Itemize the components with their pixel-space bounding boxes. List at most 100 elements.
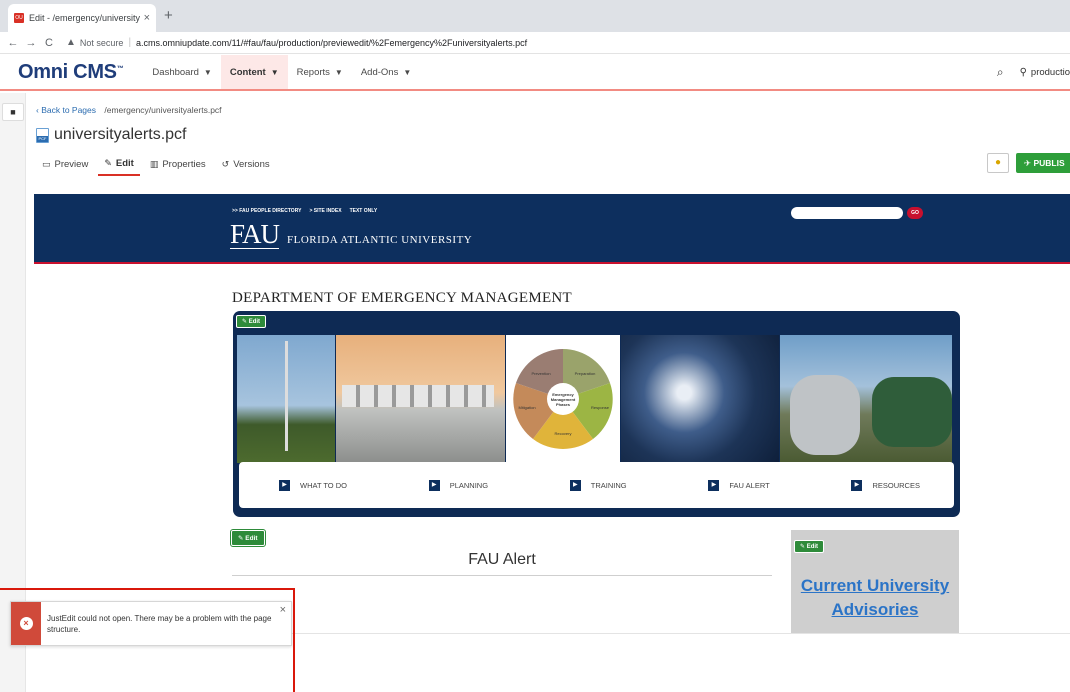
arrow-right-icon: ▶ xyxy=(851,479,863,491)
quick-link-planning[interactable]: ▶ PLANNING xyxy=(428,479,489,491)
edit-label: Edit xyxy=(248,319,261,325)
chevron-down-icon: ▼ xyxy=(403,67,412,77)
text-only-link[interactable]: TEXT ONLY xyxy=(350,208,378,214)
fau-alert-heading: FAU Alert xyxy=(232,551,772,576)
pencil-icon: ✎ xyxy=(104,158,112,168)
security-label[interactable]: Not secure xyxy=(80,38,124,48)
warning-icon[interactable]: ▲ xyxy=(66,37,76,48)
chevron-down-icon: ▼ xyxy=(203,67,212,77)
quick-link-what-to-do[interactable]: ▶ WHAT TO DO xyxy=(279,479,347,491)
back-link-label: Back to Pages xyxy=(41,105,97,115)
site-selector[interactable]: productio xyxy=(1031,67,1070,78)
breadcrumb-path: /emergency/universityalerts.pcf xyxy=(104,105,222,115)
chevron-down-icon: ▼ xyxy=(270,67,279,77)
department-title: DEPARTMENT OF EMERGENCY MANAGEMENT xyxy=(232,290,573,306)
wheel-segment-label: Preparation xyxy=(574,371,596,376)
annotation-highlight-box xyxy=(0,588,295,692)
lightbulb-icon[interactable]: ● xyxy=(987,153,1009,173)
forward-arrow-icon[interactable]: → xyxy=(22,37,40,49)
fau-search-input[interactable] xyxy=(791,207,903,219)
photo-hazmat-tanks xyxy=(780,335,952,463)
advisory-link-line2: Advisories xyxy=(831,600,919,619)
people-directory-link[interactable]: >> FAU PEOPLE DIRECTORY xyxy=(232,208,301,214)
menu-dashboard[interactable]: Dashboard ▼ xyxy=(143,55,220,89)
cms-header: Omni CMS™ Dashboard ▼ Content ▼ Reports ▼ A… xyxy=(0,55,1070,91)
quick-link-resources[interactable]: ▶ RESOURCES xyxy=(851,479,920,491)
reload-icon[interactable]: C xyxy=(40,37,58,49)
trucks-shape xyxy=(342,385,494,407)
tab-label: Versions xyxy=(233,159,270,170)
arrow-right-icon: ▶ xyxy=(279,479,290,491)
advisory-edit-button[interactable]: ✎ Edit xyxy=(794,540,825,553)
back-arrow-icon[interactable]: ← xyxy=(4,37,22,49)
quick-link-training[interactable]: ▶ TRAINING xyxy=(569,479,627,491)
location-pin-icon[interactable]: ⚲ xyxy=(1020,67,1027,78)
arrow-right-icon: ▶ xyxy=(428,479,440,491)
browser-tab-bar: OU Edit - /emergency/universityalert × + xyxy=(0,0,1070,32)
quick-link-label: RESOURCES xyxy=(872,480,920,490)
browser-tab[interactable]: OU Edit - /emergency/universityalert × xyxy=(8,4,156,32)
back-to-pages-link[interactable]: ‹ Back to Pages xyxy=(36,105,96,115)
tab-edit[interactable]: ✎ Edit xyxy=(98,158,140,176)
cms-header-right: ⌕ ⚲ productio xyxy=(997,65,1070,80)
tab-title: Edit - /emergency/universityalert xyxy=(29,13,140,23)
cms-logo[interactable]: Omni CMS™ xyxy=(18,60,124,84)
new-tab-button[interactable]: + xyxy=(164,7,173,24)
trademark-mark: ™ xyxy=(116,64,124,72)
quick-links-bar: ▶ WHAT TO DO ▶ PLANNING ▶ TRAINING ▶ FAU ALE… xyxy=(239,462,954,508)
quick-link-label: TRAINING xyxy=(590,480,627,490)
wheel-segment-label: Mitigation xyxy=(518,405,536,410)
quick-link-label: PLANNING xyxy=(449,480,489,490)
pencil-icon: ✎ xyxy=(800,544,807,550)
page-view-tabs: ▭ Preview ✎ Edit ▥ Properties ↺ Versions xyxy=(36,158,280,176)
quick-link-fau-alert[interactable]: ▶ FAU ALERT xyxy=(708,479,770,491)
tab-label: Preview xyxy=(54,159,89,170)
photo-siren-pole xyxy=(237,335,335,463)
edit-label: Edit xyxy=(245,535,258,542)
pcf-icon-label: PCF xyxy=(37,135,48,142)
fau-top-links: >> FAU PEOPLE DIRECTORY > SITE INDEX TEX… xyxy=(232,208,385,214)
tank-shape xyxy=(872,377,952,447)
menu-reports[interactable]: Reports ▼ xyxy=(288,55,352,89)
file-name: universityalerts.pcf xyxy=(54,126,187,143)
fau-search-go-button[interactable]: GO xyxy=(907,207,923,219)
publish-button[interactable]: ✈ PUBLIS xyxy=(1016,153,1070,173)
menu-label: Reports xyxy=(296,66,330,78)
pcf-file-icon: PCF xyxy=(36,127,49,143)
page-preview-frame: >> FAU PEOPLE DIRECTORY > SITE INDEX TEX… xyxy=(34,194,1070,634)
menu-content[interactable]: Content ▼ xyxy=(220,55,288,89)
current-advisories-link[interactable]: Current University Advisories xyxy=(791,574,959,622)
wheel-center-label: Emergency Management Phases xyxy=(550,392,576,407)
folder-icon[interactable]: ■ xyxy=(2,103,24,121)
tab-preview[interactable]: ▭ Preview xyxy=(36,158,94,176)
menu-add-ons[interactable]: Add-Ons ▼ xyxy=(352,55,420,89)
quick-link-label: FAU ALERT xyxy=(729,480,770,490)
favicon-icon: OU xyxy=(14,13,24,23)
chevron-down-icon: ▼ xyxy=(334,67,343,77)
content-edit-button[interactable]: ✎ Edit xyxy=(230,529,266,547)
search-icon[interactable]: ⌕ xyxy=(997,65,1004,80)
pencil-icon: ✎ xyxy=(242,319,249,325)
fau-logo[interactable]: FAU FLORIDA ATLANTIC UNIVERSITY xyxy=(230,221,472,249)
photo-hurricane-satellite xyxy=(621,335,779,463)
properties-icon: ▥ xyxy=(149,159,159,169)
tab-versions[interactable]: ↺ Versions xyxy=(216,158,276,176)
quick-link-label: WHAT TO DO xyxy=(300,480,347,490)
advisory-link-line1: Current University xyxy=(800,576,950,595)
url-field[interactable]: a.cms.omniupdate.com/11/#fau/fau/product… xyxy=(136,38,527,48)
gallery-edit-button[interactable]: ✎ Edit xyxy=(236,315,267,328)
cms-logo-text: Omni CMS xyxy=(18,60,117,83)
cms-main-menu: Dashboard ▼ Content ▼ Reports ▼ Add-Ons ▼ xyxy=(143,55,420,89)
photo-utility-trucks xyxy=(336,335,505,463)
menu-label: Dashboard xyxy=(152,66,199,78)
close-icon[interactable]: × xyxy=(144,12,150,24)
site-index-link[interactable]: > SITE INDEX xyxy=(309,208,341,214)
tank-shape xyxy=(790,375,860,455)
pole-shape xyxy=(285,341,288,451)
address-bar: ← → C ▲ Not secure | a.cms.omniupdate.co… xyxy=(0,32,1070,54)
monitor-icon: ▭ xyxy=(42,159,51,169)
tab-properties[interactable]: ▥ Properties xyxy=(144,158,212,176)
arrow-right-icon: ▶ xyxy=(569,479,581,491)
tab-label: Properties xyxy=(162,159,206,170)
wheel-segment-label: Prevention xyxy=(531,371,551,376)
